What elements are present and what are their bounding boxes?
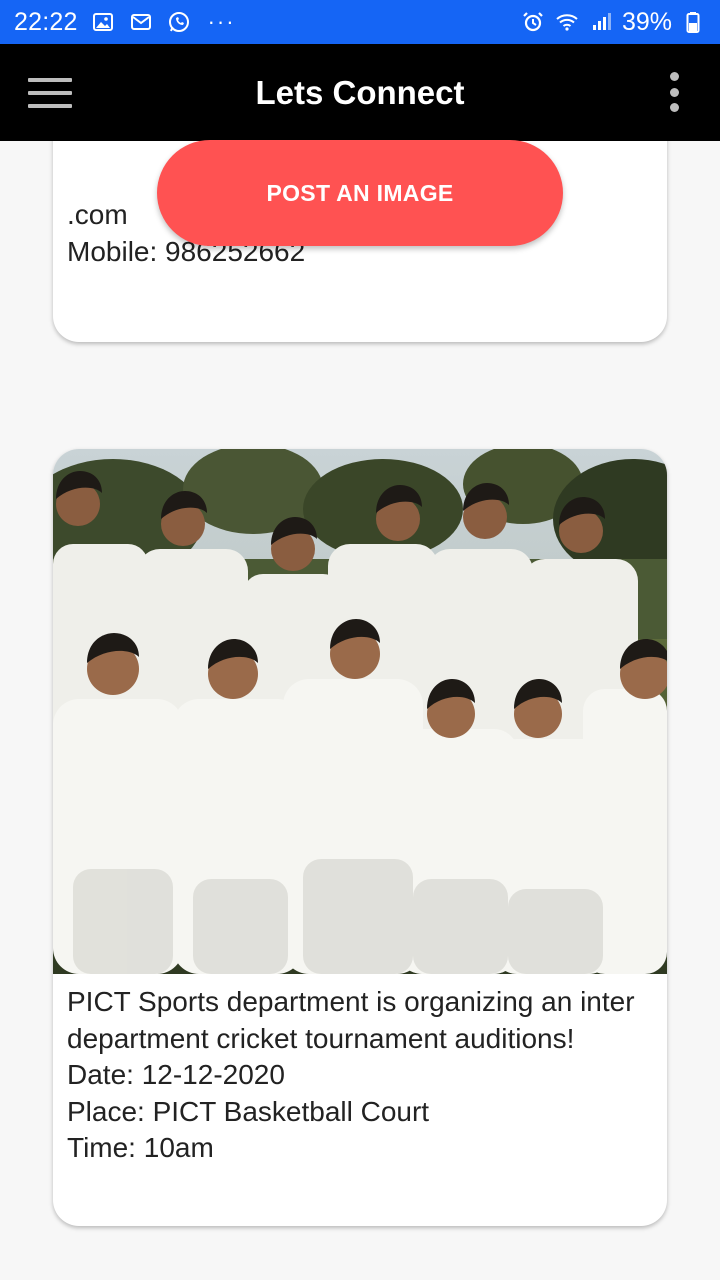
wifi-icon	[554, 9, 580, 35]
overflow-menu-icon[interactable]	[666, 72, 682, 112]
post-image	[53, 449, 667, 974]
post-image-button[interactable]: POST AN IMAGE	[157, 140, 563, 246]
status-bar: 22:22 ··· 39%	[0, 0, 720, 44]
mail-icon	[128, 9, 154, 35]
battery-icon	[680, 9, 706, 35]
more-notifications-indicator: ···	[207, 9, 236, 34]
post-card[interactable]: PICT Sports department is organizing an …	[53, 449, 667, 1226]
post-text: PICT Sports department is organizing an …	[67, 986, 635, 1163]
alarm-icon	[520, 9, 546, 35]
signal-icon	[588, 9, 614, 35]
feed[interactable]: .com Mobile: 986252662 PICT Sports depar…	[0, 141, 720, 1280]
whatsapp-icon	[166, 9, 192, 35]
hamburger-menu-icon[interactable]	[28, 78, 72, 108]
status-time: 22:22	[14, 7, 78, 36]
battery-percentage: 39%	[621, 7, 672, 36]
image-icon	[90, 9, 116, 35]
app-title: Lets Connect	[255, 73, 465, 111]
app-bar: Lets Connect	[0, 44, 720, 141]
status-left: 22:22 ···	[14, 8, 236, 37]
status-right: 39%	[520, 8, 706, 37]
